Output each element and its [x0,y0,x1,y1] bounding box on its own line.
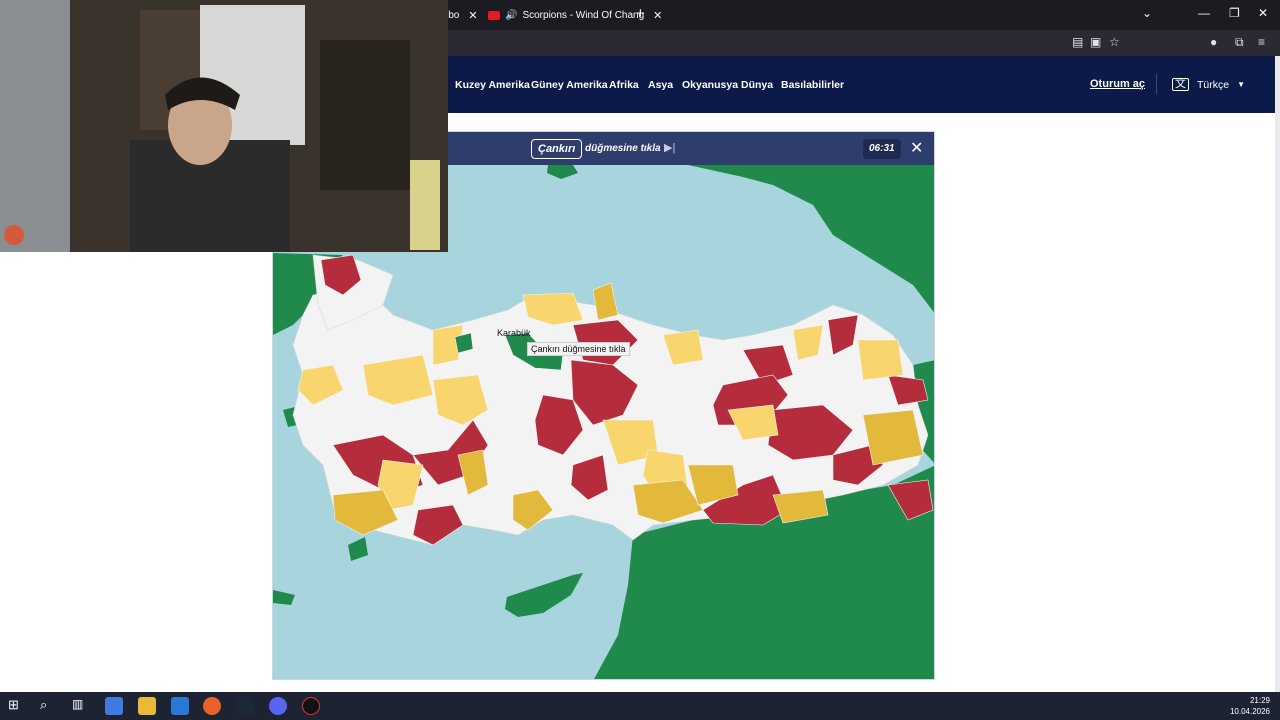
menu-icon[interactable]: ≡ [1258,35,1265,49]
target-province-badge: Çankırı [531,139,583,159]
close-window-icon[interactable]: ✕ [1258,6,1268,20]
instruction-text: düğmesine tıkla [585,143,661,154]
search-icon[interactable]: ⌕ [40,697,58,715]
obs-icon[interactable] [302,697,320,715]
tab-list-icon[interactable]: ⌄ [1142,6,1152,20]
language-label: Türkçe [1197,78,1230,91]
speaker-icon[interactable]: 🔊 [505,10,517,21]
new-tab-icon[interactable]: + [636,5,645,22]
province-red[interactable] [412,504,464,546]
page-scrollbar[interactable] [1275,56,1280,692]
start-icon[interactable]: ⊞ [8,697,26,715]
province-gold[interactable] [862,409,924,466]
account-icon[interactable]: ● [1210,35,1217,49]
game-timer: 06:31 [863,139,901,159]
nav-guney-amerika[interactable]: Güney Amerika [531,79,608,91]
tab-title: ibo [446,9,460,21]
nav-kuzey-amerika[interactable]: Kuzey Amerika [455,79,530,91]
extensions-icon[interactable]: ⧉ [1235,35,1244,50]
steam-icon[interactable] [236,697,254,715]
youtube-icon [488,10,500,20]
nav-dunya[interactable]: Dünya [741,79,773,91]
task-view-icon[interactable]: ▥ [72,697,90,715]
skip-icon[interactable]: ▶| [664,141,675,154]
cursor-tooltip: Çankırı düğmesine tıkla [527,342,630,356]
restore-icon[interactable]: ❐ [1229,6,1240,20]
system-clock[interactable]: 21:29 10.04.2026 [1230,695,1270,717]
webcam-scene [0,0,448,252]
site-header: Kuzey Amerika Güney Amerika Afrika Asya … [448,56,1280,113]
login-link[interactable]: Oturum aç [1090,78,1145,90]
land-black-sea-north [688,165,934,313]
minimize-icon[interactable]: — [1198,6,1210,20]
land-crimea-top [547,165,578,179]
language-selector[interactable]: 文 Türkçe ▼ [1172,78,1245,91]
clock-date: 10.04.2026 [1229,707,1270,716]
file-explorer-icon[interactable] [138,697,156,715]
close-tab-icon[interactable]: ✕ [653,9,662,22]
discord-icon[interactable] [269,697,287,715]
copilot-icon[interactable] [105,697,123,715]
nav-okyanusya[interactable]: Okyanusya [682,79,738,91]
land-greek-island-2 [348,537,368,561]
bookmark-star-icon[interactable]: ☆ [1109,35,1120,49]
mail-icon[interactable] [171,697,189,715]
pocket-icon[interactable]: ▣ [1090,35,1101,49]
header-divider [1156,74,1157,94]
close-tab-icon[interactable]: ✕ [468,9,477,22]
nav-asya[interactable]: Asya [648,79,673,91]
land-cyprus [505,573,583,617]
reader-view-icon[interactable]: ▤ [1072,35,1083,49]
windows-taskbar: ⊞ ⌕ ▥ 21:29 10.04.2026 [0,692,1280,720]
nav-afrika[interactable]: Afrika [609,79,639,91]
clock-time: 21:29 [1249,696,1270,705]
land-greek-island-3 [273,590,295,605]
province-yellow[interactable] [857,339,904,381]
hovered-province-label: Karabük [497,328,531,338]
firefox-icon[interactable] [203,697,221,715]
nav-basilabilirler[interactable]: Basılabilirler [781,79,844,91]
close-game-icon[interactable]: ✕ [910,138,923,158]
tab-title: Scorpions - Wind Of Chang [522,9,645,21]
translate-icon: 文 [1172,78,1189,91]
webcam-overlay [0,0,448,252]
dropdown-caret-icon: ▼ [1237,80,1246,89]
